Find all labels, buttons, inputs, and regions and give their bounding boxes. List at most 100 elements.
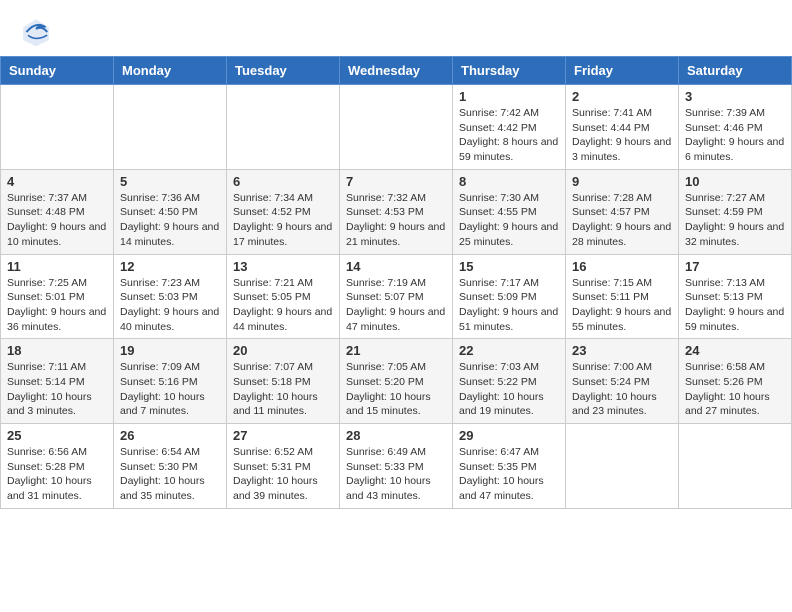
day-info: Sunrise: 7:37 AM Sunset: 4:48 PM Dayligh… xyxy=(7,191,107,250)
page-header xyxy=(0,0,792,56)
day-number: 15 xyxy=(459,259,559,274)
day-info: Sunrise: 7:05 AM Sunset: 5:20 PM Dayligh… xyxy=(346,360,446,419)
day-header-tuesday: Tuesday xyxy=(227,57,340,85)
calendar-cell: 8 Sunrise: 7:30 AM Sunset: 4:55 PM Daylig… xyxy=(453,169,566,254)
calendar-table: SundayMondayTuesdayWednesdayThursdayFrid… xyxy=(0,56,792,509)
day-number: 22 xyxy=(459,343,559,358)
day-info: Sunrise: 6:52 AM Sunset: 5:31 PM Dayligh… xyxy=(233,445,333,504)
calendar-cell: 2 Sunrise: 7:41 AM Sunset: 4:44 PM Daylig… xyxy=(566,85,679,170)
calendar-cell: 18 Sunrise: 7:11 AM Sunset: 5:14 PM Dayli… xyxy=(1,339,114,424)
day-number: 25 xyxy=(7,428,107,443)
calendar-cell: 22 Sunrise: 7:03 AM Sunset: 5:22 PM Dayli… xyxy=(453,339,566,424)
calendar-cell xyxy=(1,85,114,170)
day-header-sunday: Sunday xyxy=(1,57,114,85)
day-info: Sunrise: 7:19 AM Sunset: 5:07 PM Dayligh… xyxy=(346,276,446,335)
day-number: 28 xyxy=(346,428,446,443)
calendar-cell: 1Sunrise: 7:42 AM Sunset: 4:42 PM Daylig… xyxy=(453,85,566,170)
day-number: 8 xyxy=(459,174,559,189)
day-number: 23 xyxy=(572,343,672,358)
day-info: Sunrise: 7:13 AM Sunset: 5:13 PM Dayligh… xyxy=(685,276,785,335)
day-info: Sunrise: 6:56 AM Sunset: 5:28 PM Dayligh… xyxy=(7,445,107,504)
day-number: 18 xyxy=(7,343,107,358)
calendar-cell: 24 Sunrise: 6:58 AM Sunset: 5:26 PM Dayli… xyxy=(679,339,792,424)
day-number: 24 xyxy=(685,343,785,358)
calendar-cell xyxy=(227,85,340,170)
calendar-cell: 21 Sunrise: 7:05 AM Sunset: 5:20 PM Dayli… xyxy=(340,339,453,424)
calendar-week-row: 11 Sunrise: 7:25 AM Sunset: 5:01 PM Dayli… xyxy=(1,254,792,339)
calendar-cell: 25 Sunrise: 6:56 AM Sunset: 5:28 PM Dayli… xyxy=(1,424,114,509)
calendar-week-row: 1Sunrise: 7:42 AM Sunset: 4:42 PM Daylig… xyxy=(1,85,792,170)
calendar-cell xyxy=(340,85,453,170)
day-number: 9 xyxy=(572,174,672,189)
day-number: 2 xyxy=(572,89,672,104)
calendar-cell: 19 Sunrise: 7:09 AM Sunset: 5:16 PM Dayli… xyxy=(114,339,227,424)
day-info: Sunrise: 6:54 AM Sunset: 5:30 PM Dayligh… xyxy=(120,445,220,504)
day-number: 7 xyxy=(346,174,446,189)
calendar-cell: 15 Sunrise: 7:17 AM Sunset: 5:09 PM Dayli… xyxy=(453,254,566,339)
calendar-cell xyxy=(566,424,679,509)
day-number: 6 xyxy=(233,174,333,189)
day-number: 20 xyxy=(233,343,333,358)
day-number: 11 xyxy=(7,259,107,274)
day-info: Sunrise: 7:25 AM Sunset: 5:01 PM Dayligh… xyxy=(7,276,107,335)
day-info: Sunrise: 7:41 AM Sunset: 4:44 PM Dayligh… xyxy=(572,106,672,165)
calendar-cell: 13Sunrise: 7:21 AM Sunset: 5:05 PM Dayli… xyxy=(227,254,340,339)
calendar-cell: 23 Sunrise: 7:00 AM Sunset: 5:24 PM Dayli… xyxy=(566,339,679,424)
calendar-cell: 28 Sunrise: 6:49 AM Sunset: 5:33 PM Dayli… xyxy=(340,424,453,509)
calendar-cell: 5Sunrise: 7:36 AM Sunset: 4:50 PM Daylig… xyxy=(114,169,227,254)
calendar-cell: 11 Sunrise: 7:25 AM Sunset: 5:01 PM Dayli… xyxy=(1,254,114,339)
day-number: 14 xyxy=(346,259,446,274)
day-info: Sunrise: 7:03 AM Sunset: 5:22 PM Dayligh… xyxy=(459,360,559,419)
day-number: 29 xyxy=(459,428,559,443)
day-number: 17 xyxy=(685,259,785,274)
calendar-cell: 26 Sunrise: 6:54 AM Sunset: 5:30 PM Dayli… xyxy=(114,424,227,509)
calendar-cell: 3 Sunrise: 7:39 AM Sunset: 4:46 PM Daylig… xyxy=(679,85,792,170)
logo-icon xyxy=(20,16,52,48)
day-info: Sunrise: 7:27 AM Sunset: 4:59 PM Dayligh… xyxy=(685,191,785,250)
calendar-header-row: SundayMondayTuesdayWednesdayThursdayFrid… xyxy=(1,57,792,85)
day-number: 16 xyxy=(572,259,672,274)
day-number: 26 xyxy=(120,428,220,443)
day-header-monday: Monday xyxy=(114,57,227,85)
day-number: 12 xyxy=(120,259,220,274)
day-info: Sunrise: 6:58 AM Sunset: 5:26 PM Dayligh… xyxy=(685,360,785,419)
day-info: Sunrise: 6:47 AM Sunset: 5:35 PM Dayligh… xyxy=(459,445,559,504)
day-info: Sunrise: 7:39 AM Sunset: 4:46 PM Dayligh… xyxy=(685,106,785,165)
day-number: 21 xyxy=(346,343,446,358)
calendar-cell: 6 Sunrise: 7:34 AM Sunset: 4:52 PM Daylig… xyxy=(227,169,340,254)
calendar-cell: 29 Sunrise: 6:47 AM Sunset: 5:35 PM Dayli… xyxy=(453,424,566,509)
day-info: Sunrise: 7:34 AM Sunset: 4:52 PM Dayligh… xyxy=(233,191,333,250)
day-number: 3 xyxy=(685,89,785,104)
day-info: Sunrise: 7:42 AM Sunset: 4:42 PM Dayligh… xyxy=(459,106,559,165)
day-info: Sunrise: 6:49 AM Sunset: 5:33 PM Dayligh… xyxy=(346,445,446,504)
day-header-friday: Friday xyxy=(566,57,679,85)
day-number: 5 xyxy=(120,174,220,189)
day-number: 19 xyxy=(120,343,220,358)
day-info: Sunrise: 7:15 AM Sunset: 5:11 PM Dayligh… xyxy=(572,276,672,335)
calendar-cell: 10 Sunrise: 7:27 AM Sunset: 4:59 PM Dayli… xyxy=(679,169,792,254)
day-info: Sunrise: 7:30 AM Sunset: 4:55 PM Dayligh… xyxy=(459,191,559,250)
day-header-saturday: Saturday xyxy=(679,57,792,85)
calendar-cell xyxy=(679,424,792,509)
logo xyxy=(20,16,56,48)
day-info: Sunrise: 7:32 AM Sunset: 4:53 PM Dayligh… xyxy=(346,191,446,250)
calendar-cell: 12 Sunrise: 7:23 AM Sunset: 5:03 PM Dayli… xyxy=(114,254,227,339)
day-info: Sunrise: 7:07 AM Sunset: 5:18 PM Dayligh… xyxy=(233,360,333,419)
day-info: Sunrise: 7:23 AM Sunset: 5:03 PM Dayligh… xyxy=(120,276,220,335)
day-number: 4 xyxy=(7,174,107,189)
calendar-cell: 16 Sunrise: 7:15 AM Sunset: 5:11 PM Dayli… xyxy=(566,254,679,339)
day-info: Sunrise: 7:17 AM Sunset: 5:09 PM Dayligh… xyxy=(459,276,559,335)
calendar-cell: 9Sunrise: 7:28 AM Sunset: 4:57 PM Daylig… xyxy=(566,169,679,254)
calendar-cell: 27 Sunrise: 6:52 AM Sunset: 5:31 PM Dayli… xyxy=(227,424,340,509)
calendar-cell: 14 Sunrise: 7:19 AM Sunset: 5:07 PM Dayli… xyxy=(340,254,453,339)
day-info: Sunrise: 7:00 AM Sunset: 5:24 PM Dayligh… xyxy=(572,360,672,419)
calendar-week-row: 4 Sunrise: 7:37 AM Sunset: 4:48 PM Daylig… xyxy=(1,169,792,254)
calendar-week-row: 18 Sunrise: 7:11 AM Sunset: 5:14 PM Dayli… xyxy=(1,339,792,424)
day-info: Sunrise: 7:09 AM Sunset: 5:16 PM Dayligh… xyxy=(120,360,220,419)
day-info: Sunrise: 7:11 AM Sunset: 5:14 PM Dayligh… xyxy=(7,360,107,419)
day-number: 10 xyxy=(685,174,785,189)
calendar-cell: 7 Sunrise: 7:32 AM Sunset: 4:53 PM Daylig… xyxy=(340,169,453,254)
day-number: 27 xyxy=(233,428,333,443)
day-info: Sunrise: 7:21 AM Sunset: 5:05 PM Dayligh… xyxy=(233,276,333,335)
calendar-cell xyxy=(114,85,227,170)
